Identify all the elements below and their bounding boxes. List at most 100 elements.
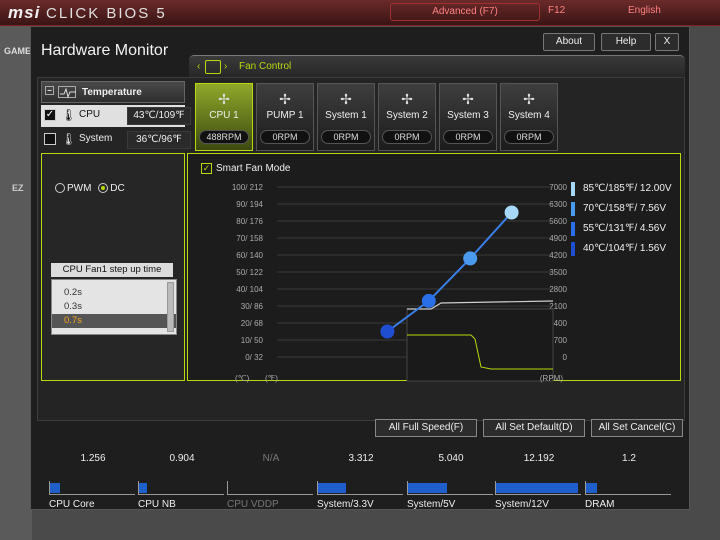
stepup-option[interactable]: 0.2s	[52, 286, 176, 300]
right-tick-label: 4200	[549, 251, 567, 260]
dc-radio[interactable]	[98, 183, 109, 194]
all-set-default-button[interactable]: All Set Default(D)	[483, 419, 585, 437]
about-button[interactable]: About	[543, 33, 595, 51]
left-tick-label: 10/ 50	[241, 336, 264, 345]
fan-icon: ✢	[340, 91, 352, 107]
fan-control-header: ‹ › Fan Control	[189, 55, 685, 79]
legend-row: 85℃/185℉/ 12.00V	[571, 179, 683, 199]
thermometer-icon: 🌡	[61, 132, 77, 146]
fan-curve-chart[interactable]: 100/ 212 700090/ 194 630080/ 176 560070/ 15…	[191, 177, 567, 387]
voltage-value: N/A	[262, 453, 280, 464]
legend-temp: 40℃/104℉/	[583, 243, 638, 254]
advanced-mode-button[interactable]: Advanced (F7)	[390, 3, 540, 21]
curve-point-handle[interactable]	[380, 324, 395, 339]
help-button[interactable]: Help	[601, 33, 651, 51]
fan-name: System 4	[508, 110, 550, 121]
legend-temp: 55℃/131℉/	[583, 223, 638, 234]
fan-name: System 1	[325, 110, 367, 121]
temp-value: 43℃/109℉	[127, 107, 191, 125]
close-button[interactable]: X	[655, 33, 679, 51]
temp-row-system[interactable]: 🌡 System 36℃/96℉	[41, 129, 191, 151]
legend-color	[571, 182, 575, 196]
legend-volt: 7.56V	[639, 203, 667, 214]
fan-icon: ✢	[279, 91, 291, 107]
legend-volt: 12.00V	[639, 183, 672, 194]
voltage-name: DRAM	[585, 499, 615, 510]
pwm-label: PWM	[67, 183, 92, 194]
right-tick-label: 0	[563, 353, 567, 362]
temp-row-cpu[interactable]: ✓ 🌡 CPU 43℃/109℉	[41, 105, 191, 127]
right-tick-label: 2800	[549, 285, 567, 294]
chevron-left-icon[interactable]: ‹	[197, 61, 200, 72]
voltage-name: CPU VDDP	[227, 499, 279, 510]
stepup-option-selected[interactable]: 0.7s	[52, 314, 176, 328]
voltage-name: CPU Core	[49, 499, 95, 510]
voltage-bar-fill	[586, 483, 597, 493]
curve-point-handle[interactable]	[504, 205, 519, 220]
fan-rpm: 0RPM	[321, 130, 371, 144]
bios-sidebar	[0, 26, 32, 540]
voltage-value: 1.2	[622, 453, 636, 464]
stepup-label: CPU Fan1 step up time	[51, 263, 173, 277]
curve-point-handle[interactable]	[421, 293, 436, 308]
legend-temp: 85℃/185℉/	[583, 183, 638, 194]
left-tick-label: 20/ 68	[241, 319, 264, 328]
stepup-list[interactable]: 0.2s 0.3s 0.7s	[51, 279, 177, 335]
chevron-right-icon[interactable]: ›	[224, 61, 227, 72]
left-tick-label: 30/ 86	[241, 302, 264, 311]
right-tick-label: 5600	[549, 217, 567, 226]
temperature-header-label: Temperature	[82, 87, 142, 98]
legend-color	[571, 222, 575, 236]
fan-rpm: 0RPM	[443, 130, 493, 144]
checkbox-cpu[interactable]: ✓	[44, 109, 56, 121]
pulse-icon	[58, 86, 76, 99]
fan-tab-pump1[interactable]: ✢ PUMP 1 0RPM	[256, 83, 314, 151]
curve-point-handle[interactable]	[463, 251, 478, 266]
left-tick-label: 100/ 212	[232, 183, 264, 192]
left-tick-label: 80/ 176	[236, 217, 263, 226]
checkbox-system[interactable]	[44, 133, 56, 145]
voltage-bar	[317, 481, 403, 495]
right-tick-label: 7000	[549, 183, 567, 192]
temperature-header[interactable]: − Temperature	[41, 81, 185, 103]
left-tick-label: 60/ 140	[236, 251, 263, 260]
voltage-bar	[138, 481, 224, 495]
all-full-speed-button[interactable]: All Full Speed(F)	[375, 419, 477, 437]
language-button[interactable]: English	[628, 5, 661, 16]
voltage-name: System/3.3V	[317, 499, 374, 510]
fan-tab-system4[interactable]: ✢ System 4 0RPM	[500, 83, 558, 151]
dialog-title: Hardware Monitor	[41, 42, 169, 59]
smart-fan-checkbox[interactable]: ✓	[201, 163, 212, 174]
voltage-name: CPU NB	[138, 499, 176, 510]
bios-top-bar: msi CLICK BIOS 5 Advanced (F7) F12 Engli…	[0, 0, 720, 26]
fan-name: System 3	[447, 110, 489, 121]
collapse-icon[interactable]: −	[45, 86, 54, 95]
all-set-cancel-button[interactable]: All Set Cancel(C)	[591, 419, 683, 437]
f12-screenshot-button[interactable]: F12	[548, 5, 565, 16]
legend-color	[571, 242, 575, 256]
stepup-scrollbar[interactable]	[167, 282, 174, 332]
legend-row: 70℃/158℉/ 7.56V	[571, 199, 683, 219]
voltage-bar-fill	[408, 483, 447, 493]
voltage-value: 5.040	[438, 453, 464, 464]
voltage-bar-fill	[496, 483, 578, 493]
pwm-radio[interactable]	[55, 183, 65, 194]
fan-control-icon	[205, 60, 221, 74]
legend-row: 40℃/104℉/ 1.56V	[571, 239, 683, 259]
smart-fan-toggle[interactable]: ✓ Smart Fan Mode	[201, 163, 290, 174]
left-tick-label: 90/ 194	[236, 200, 263, 209]
left-tick-label: 0/ 32	[245, 353, 263, 362]
voltage-bar	[585, 481, 671, 495]
voltage-bar-fill	[139, 483, 147, 493]
fan-rpm: 0RPM	[504, 130, 554, 144]
voltage-bar	[49, 481, 135, 495]
legend-temp: 70℃/158℉/	[583, 203, 638, 214]
stepup-option[interactable]: 0.3s	[52, 300, 176, 314]
right-tick-label: 700	[554, 336, 567, 345]
fan-tab-system3[interactable]: ✢ System 3 0RPM	[439, 83, 497, 151]
voltage-value: 12.192	[523, 453, 555, 464]
fan-tab-system2[interactable]: ✢ System 2 0RPM	[378, 83, 436, 151]
fan-tab-system1[interactable]: ✢ System 1 0RPM	[317, 83, 375, 151]
fan-tab-cpu1[interactable]: ✢ CPU 1 488RPM	[195, 83, 253, 151]
right-tick-label: 3500	[549, 268, 567, 277]
